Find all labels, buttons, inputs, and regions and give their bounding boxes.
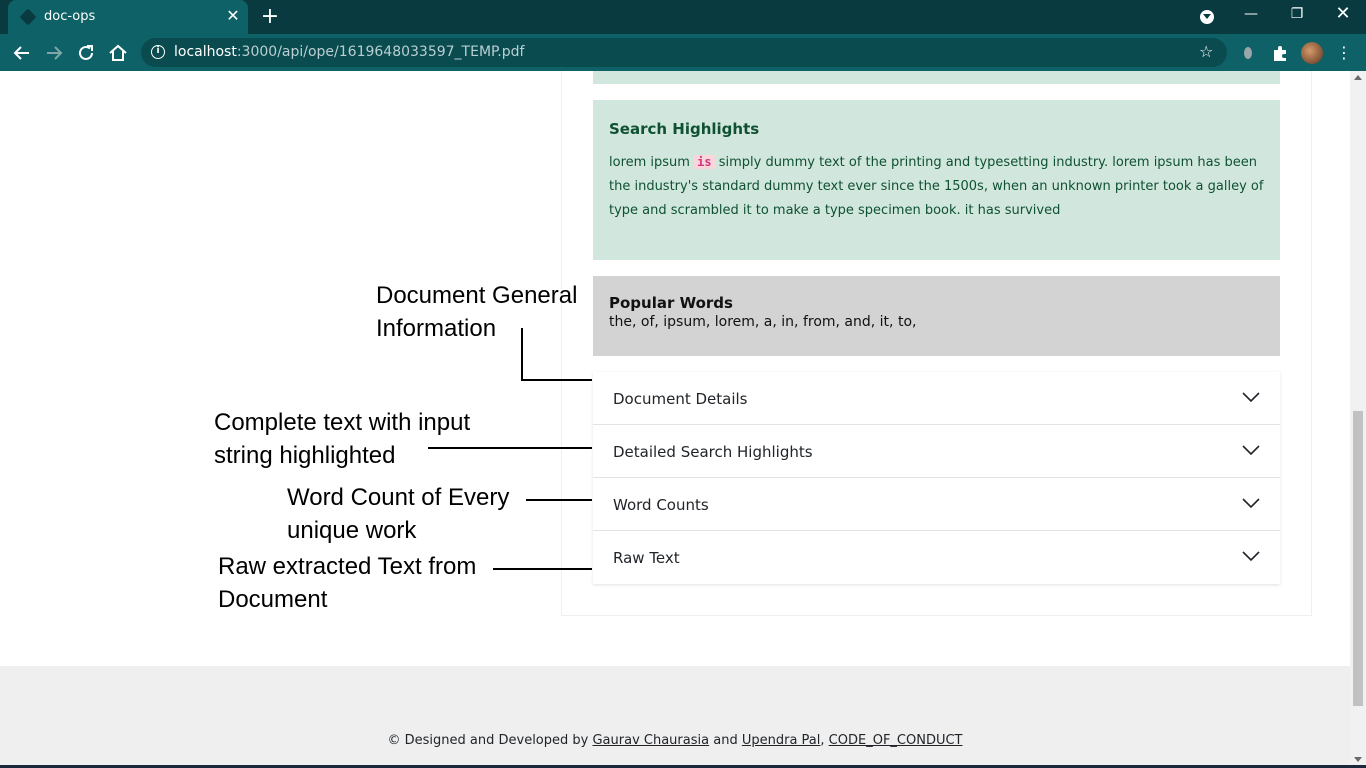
minimize-icon[interactable]: — [1228,0,1274,30]
annotation-raw-text: Raw extracted Text from Document [218,553,477,613]
annotation-word-count: Word Count of Every unique work [287,484,510,544]
footer: © Designed and Developed by Gaurav Chaur… [0,666,1350,768]
browser-menu-icon[interactable]: ⋮ [1336,42,1352,64]
annotation-connector [526,499,592,501]
search-highlights-title: Search Highlights [609,120,760,138]
popular-words-title: Popular Words [609,294,733,312]
scrollbar-thumb[interactable] [1353,411,1363,706]
page-content: Search Highlights lorem ipsum is simply … [0,71,1350,768]
highlighted-term: is [694,155,715,169]
scroll-up-icon[interactable] [1354,75,1362,80]
author-link-upendra[interactable]: Upendra Pal [742,733,821,748]
chevron-down-icon [1242,551,1260,562]
accordion-word-counts[interactable]: Word Counts [593,478,1280,531]
tab-search-icon[interactable] [1200,10,1214,24]
tab-title: doc-ops [44,9,96,24]
search-highlights-panel: Search Highlights lorem ipsum is simply … [593,100,1280,260]
chevron-down-icon [1242,498,1260,509]
accordion-label: Detailed Search Highlights [613,443,813,461]
annotation-connector [521,328,523,381]
back-icon[interactable] [11,42,33,64]
restore-icon[interactable]: ❐ [1274,0,1320,30]
code-of-conduct-link[interactable]: CODE_OF_CONDUCT [829,733,963,748]
close-tab-icon[interactable]: ✕ [224,7,242,25]
annotation-connector [493,568,592,570]
popular-words-list: the, of, ipsum, lorem, a, in, from, and,… [609,314,917,330]
accordion-detailed-search-highlights[interactable]: Detailed Search Highlights [593,425,1280,478]
page-scrollbar[interactable] [1350,71,1366,768]
chevron-down-icon [1242,445,1260,456]
close-window-icon[interactable]: ✕ [1320,0,1366,30]
home-icon[interactable] [107,42,129,64]
scroll-down-icon[interactable] [1354,757,1362,762]
footer-credits: © Designed and Developed by Gaurav Chaur… [387,733,963,748]
annotation-connector [428,447,592,449]
author-link-gaurav[interactable]: Gaurav Chaurasia [592,733,709,748]
forward-icon[interactable] [43,42,65,64]
browser-tab-strip: doc-ops ✕ + — ❐ ✕ [0,0,1366,34]
extension-icon[interactable] [1243,44,1253,64]
chevron-down-icon [1242,392,1260,403]
browser-tab[interactable]: doc-ops ✕ [8,0,248,34]
address-bar[interactable]: i localhost:3000/api/ope/1619648033597_T… [141,38,1227,67]
popular-words-panel: Popular Words the, of, ipsum, lorem, a, … [593,276,1280,356]
profile-avatar[interactable] [1301,42,1323,64]
search-highlights-text: lorem ipsum is simply dummy text of the … [609,155,1264,218]
extensions-puzzle-icon[interactable] [1271,44,1289,66]
url-text: localhost:3000/api/ope/1619648033597_TEM… [174,44,525,60]
accordion-raw-text[interactable]: Raw Text [593,531,1280,584]
new-tab-icon[interactable]: + [258,5,282,29]
details-accordion: Document Details Detailed Search Highlig… [593,372,1280,584]
accordion-label: Raw Text [613,549,680,567]
annotation-document-general-info: Document General Information [376,282,578,342]
site-info-icon[interactable]: i [151,45,165,59]
accordion-document-details[interactable]: Document Details [593,372,1280,425]
browser-toolbar: i localhost:3000/api/ope/1619648033597_T… [0,34,1366,71]
previous-panel [593,71,1280,84]
bookmark-star-icon[interactable]: ☆ [1199,42,1213,61]
accordion-label: Word Counts [613,496,709,514]
annotation-connector [521,379,592,381]
accordion-label: Document Details [613,390,748,408]
favicon-icon [19,8,37,26]
annotation-complete-text: Complete text with input string highligh… [214,409,471,469]
reload-icon[interactable] [75,42,97,64]
